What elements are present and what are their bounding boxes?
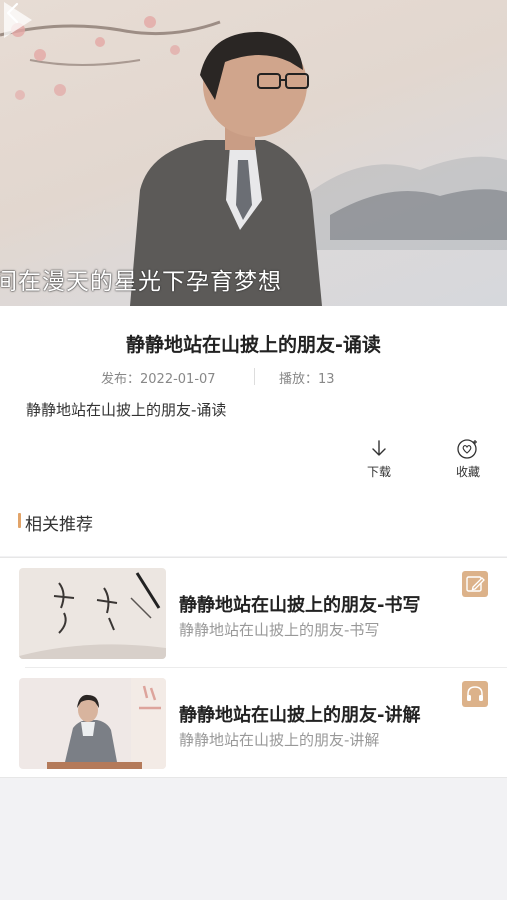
favorite-button[interactable]: 收藏 xyxy=(443,438,493,480)
download-label: 下载 xyxy=(366,465,391,479)
thumbnail-calligraphy xyxy=(19,568,166,659)
headphones-badge xyxy=(462,681,488,707)
related-item-title: 静静地站在山披上的朋友-书写 xyxy=(179,595,421,616)
plays-count: 13 xyxy=(318,372,335,387)
video-frame-illustration xyxy=(0,16,507,306)
thumbnail-lecture xyxy=(19,678,166,769)
headphones-icon xyxy=(467,686,483,701)
video-player[interactable]: 间在漫天的星光下孕育梦想 xyxy=(0,0,507,306)
meta-divider xyxy=(254,368,255,385)
edit-icon xyxy=(466,576,485,592)
related-section-title: 相关推荐 xyxy=(25,515,93,535)
section-accent-bar xyxy=(18,513,21,528)
video-title: 静静地站在山披上的朋友-诵读 xyxy=(126,334,381,356)
download-icon xyxy=(372,440,386,456)
edit-badge xyxy=(462,571,488,597)
related-item-subtitle: 静静地站在山披上的朋友-讲解 xyxy=(179,731,380,749)
list-item[interactable]: 静静地站在山披上的朋友-讲解 静静地站在山披上的朋友-讲解 xyxy=(0,668,507,778)
download-button[interactable]: 下载 xyxy=(354,438,404,480)
play-icon[interactable] xyxy=(0,0,34,40)
video-description: 静静地站在山披上的朋友-诵读 xyxy=(26,401,227,419)
favorite-label: 收藏 xyxy=(455,465,480,479)
related-list: 静静地站在山披上的朋友-书写 静静地站在山披上的朋友-书写 静静地站在山披上的朋… xyxy=(0,557,507,778)
related-item-subtitle: 静静地站在山披上的朋友-书写 xyxy=(179,621,380,639)
plays-meta: 播放：13 xyxy=(279,368,335,387)
video-subtitle: 间在漫天的星光下孕育梦想 xyxy=(0,269,282,295)
publish-label: 发布： xyxy=(101,372,141,387)
plays-label: 播放： xyxy=(279,372,319,387)
publish-date: 2022-01-07 xyxy=(140,372,216,387)
list-item[interactable]: 静静地站在山披上的朋友-书写 静静地站在山披上的朋友-书写 xyxy=(0,558,507,668)
heart-plus-icon xyxy=(457,439,477,459)
publish-meta: 发布：2022-01-07 xyxy=(101,368,216,387)
video-info-panel: 静静地站在山披上的朋友-诵读 发布：2022-01-07 播放：13 静静地站在… xyxy=(0,306,507,556)
related-item-title: 静静地站在山披上的朋友-讲解 xyxy=(179,705,421,726)
